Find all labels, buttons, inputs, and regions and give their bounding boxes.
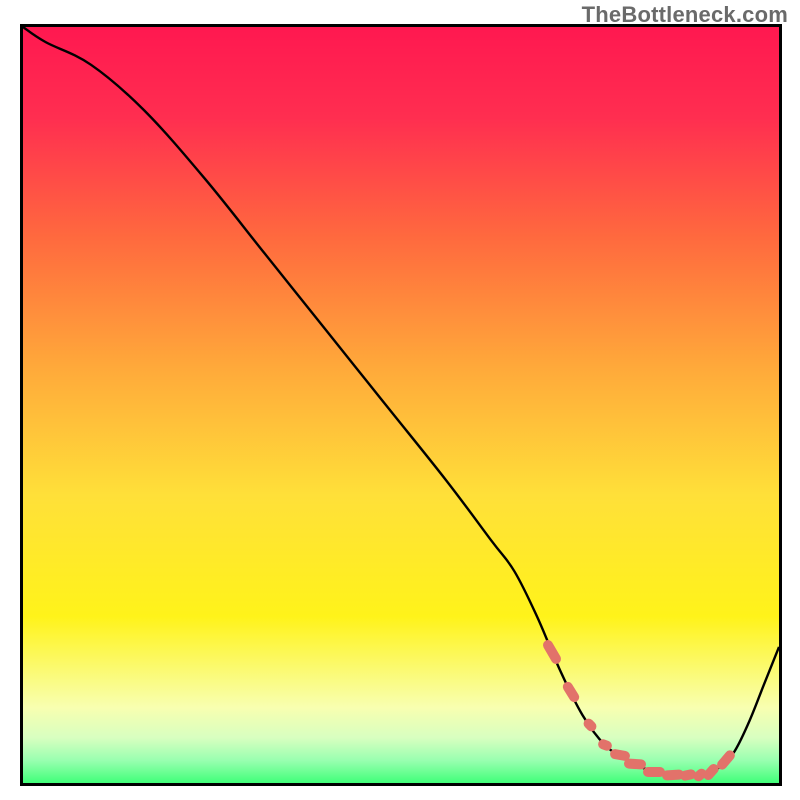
curve-layer	[23, 27, 779, 783]
chart-root: TheBottleneck.com	[0, 0, 800, 800]
bottleneck-curve	[23, 27, 779, 776]
plot-area	[20, 24, 782, 786]
watermark-text: TheBottleneck.com	[582, 2, 788, 28]
